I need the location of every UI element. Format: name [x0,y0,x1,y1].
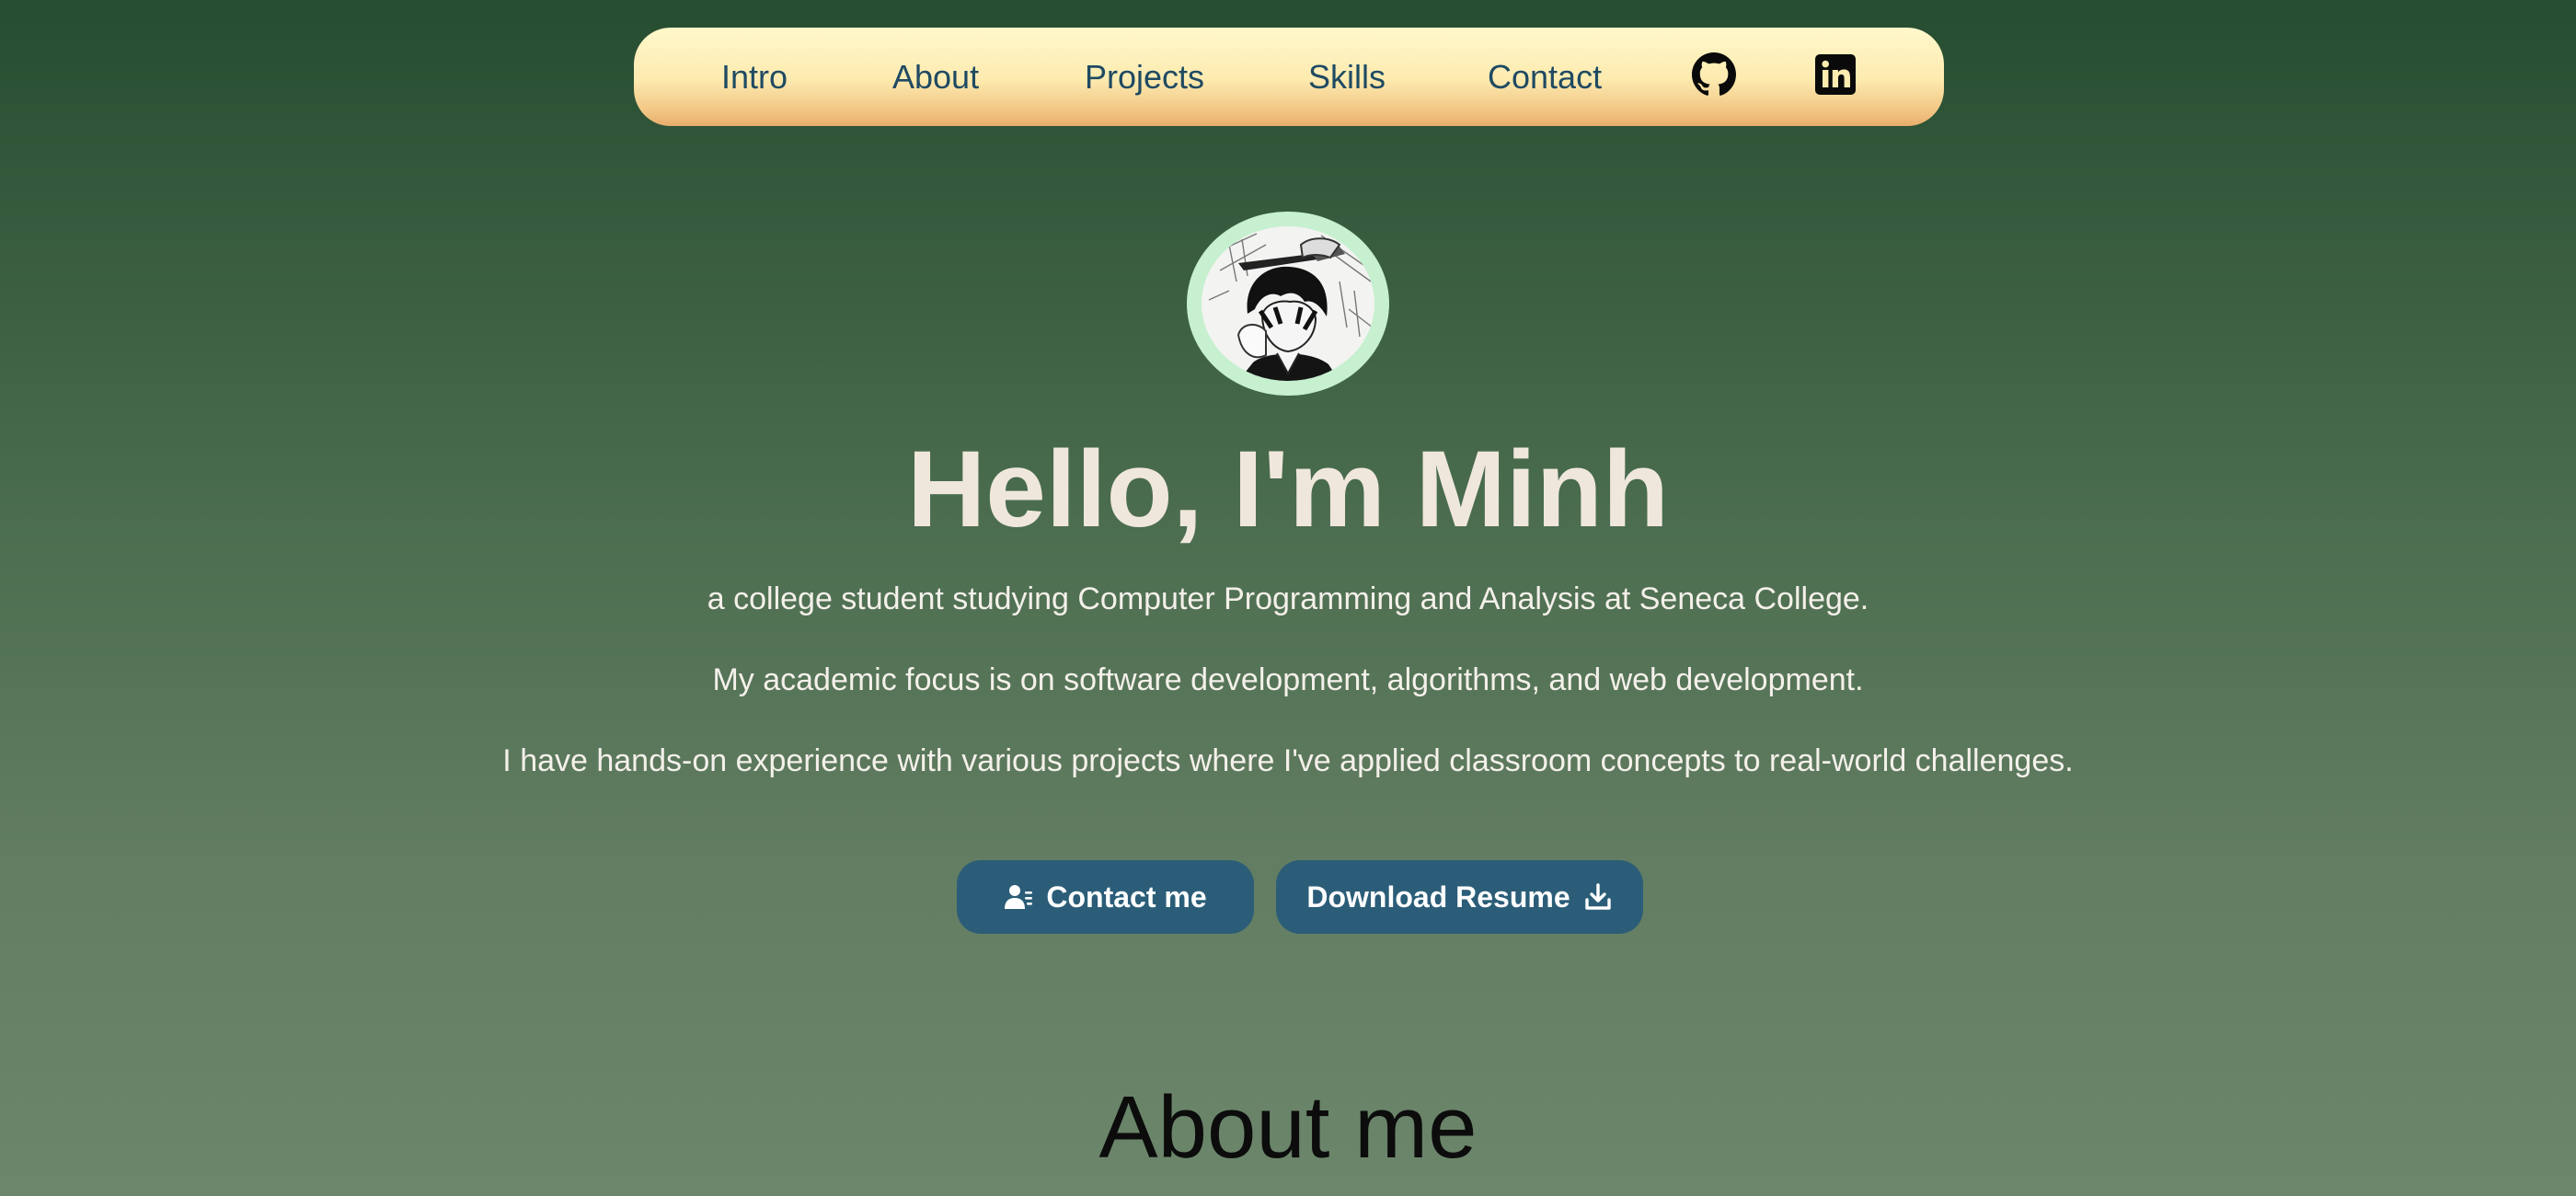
github-icon[interactable] [1692,52,1736,97]
nav-link-projects[interactable]: Projects [1085,28,1204,126]
contact-me-label: Contact me [1046,880,1207,914]
nav-link-skills[interactable]: Skills [1308,28,1386,126]
hero-title: Hello, I'm Minh [907,429,1669,550]
avatar [1187,212,1389,396]
download-resume-button[interactable]: Download Resume [1276,860,1643,934]
hero-intro-text: a college student studying Computer Prog… [707,581,1869,616]
download-resume-label: Download Resume [1306,880,1570,914]
linkedin-icon[interactable] [1813,52,1857,97]
download-icon [1583,882,1613,912]
hero-experience-text: I have hands-on experience with various … [502,743,2074,778]
avatar-image [1202,226,1374,381]
nav-link-about[interactable]: About [892,28,979,126]
contact-me-button[interactable]: Contact me [957,860,1254,934]
nav-link-contact[interactable]: Contact [1488,28,1602,126]
hero-focus-text: My academic focus is on software develop… [712,662,1864,697]
user-list-icon [1004,882,1033,912]
navbar: Intro About Projects Skills Contact [634,28,1944,126]
nav-link-intro[interactable]: Intro [721,28,788,126]
about-heading: About me [1098,1078,1478,1177]
